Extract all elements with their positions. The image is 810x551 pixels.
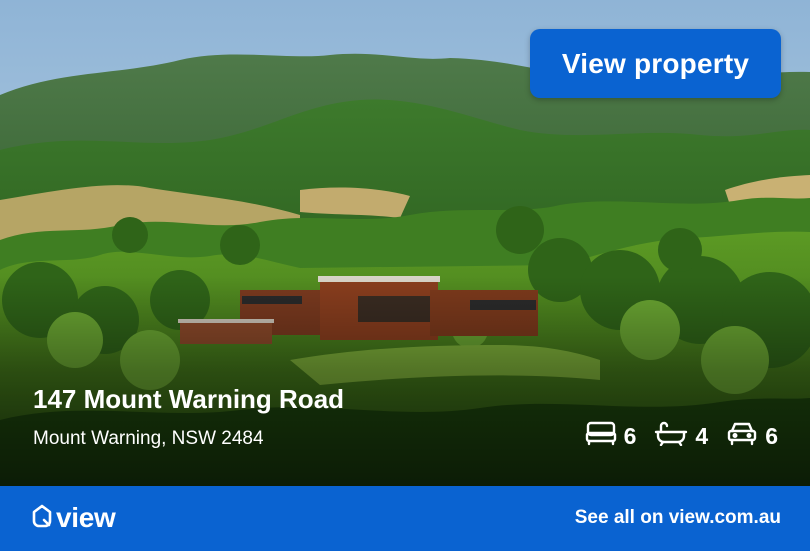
bath-icon [654,420,695,452]
property-card[interactable]: View property 147 Mount Warning Road Mou… [0,0,810,551]
car-spaces-feature: 6 [726,420,778,452]
view-logo-icon [32,504,52,533]
property-features: 6 4 6 [567,420,778,452]
photo-gradient-overlay [0,276,810,486]
bathrooms-count: 4 [695,422,709,449]
footer-bar: view See all on view.com.au [0,486,810,551]
property-address: 147 Mount Warning Road [33,384,345,414]
view-logo-text: view [56,502,116,533]
bedrooms-feature: 6 [585,420,637,452]
bedrooms-count: 6 [623,422,637,449]
car-spaces-count: 6 [765,422,778,449]
bed-icon [585,420,624,452]
property-suburb: Mount Warning, NSW 2484 [33,428,264,449]
bathrooms-feature: 4 [654,420,708,452]
view-logo[interactable]: view [32,502,116,534]
view-property-button[interactable]: View property [530,29,781,98]
car-icon [726,420,765,452]
see-all-link[interactable]: See all on view.com.au [575,507,781,529]
